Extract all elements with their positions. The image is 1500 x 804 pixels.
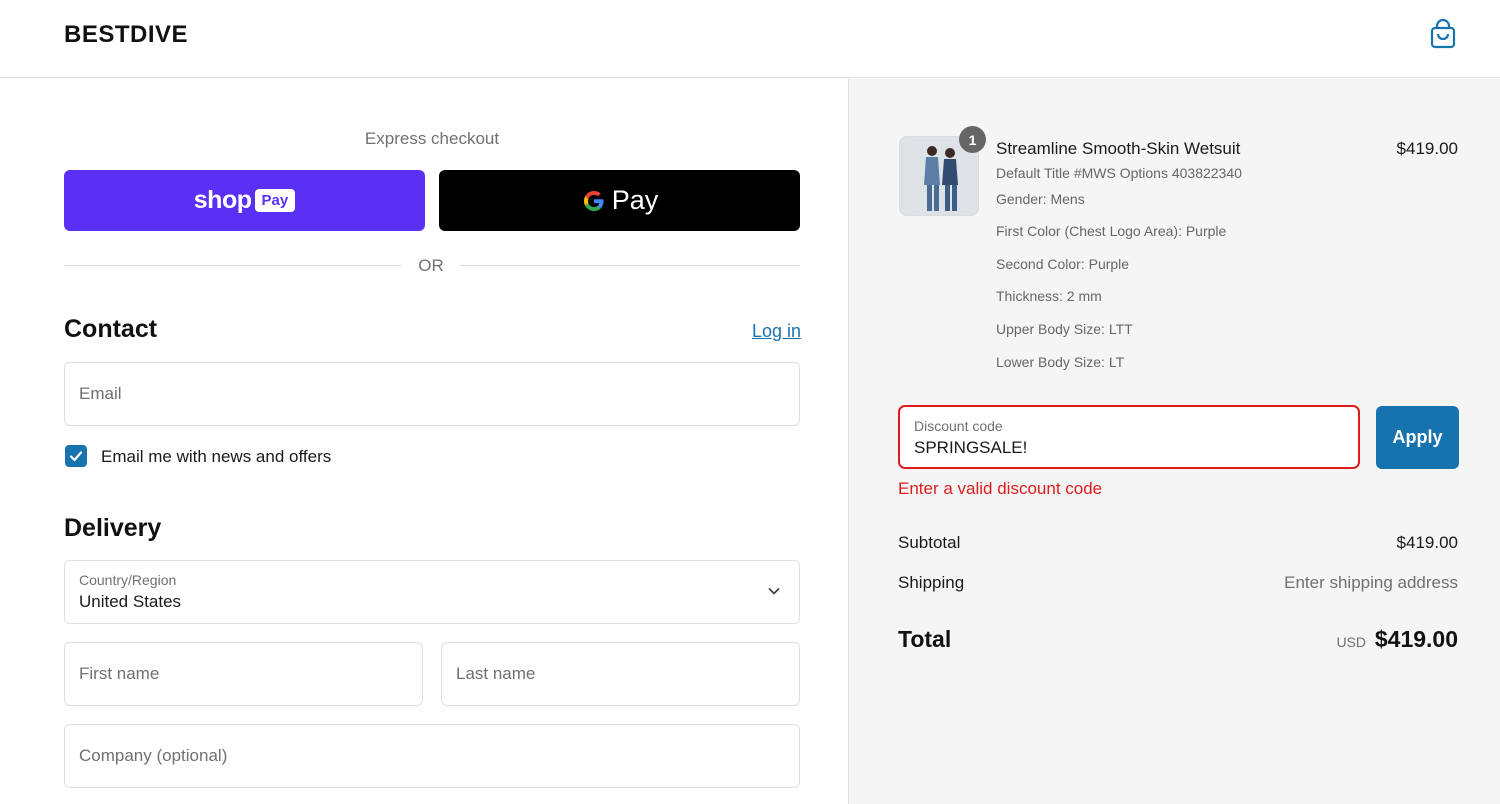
subtotal-label: Subtotal <box>898 533 961 552</box>
product-title: Streamline Smooth-Skin Wetsuit <box>996 139 1241 158</box>
product-option: Upper Body Size: LTT <box>996 321 1133 337</box>
delivery-heading: Delivery <box>64 514 162 542</box>
product-option: Second Color: Purple <box>996 256 1130 272</box>
last-name-field[interactable] <box>442 643 799 705</box>
site-header: BESTDIVE <box>0 0 1500 78</box>
country-select[interactable]: Country/Region United States <box>64 560 800 624</box>
store-logo[interactable]: BESTDIVE <box>64 21 188 49</box>
total-currency: USD <box>1336 634 1366 650</box>
country-select-label: Country/Region <box>79 572 177 588</box>
product-price: $419.00 <box>1396 139 1458 158</box>
product-option: First Color (Chest Logo Area): Purple <box>996 223 1227 239</box>
product-option: Gender: Mens <box>996 191 1085 207</box>
login-link[interactable]: Log in <box>752 321 801 342</box>
first-name-field[interactable] <box>65 643 422 705</box>
express-checkout-label: Express checkout <box>364 129 500 148</box>
last-name-field-wrapper <box>441 642 800 706</box>
country-select-value: United States <box>79 592 182 611</box>
divider-right <box>460 265 800 266</box>
discount-code-field[interactable]: Discount code SPRINGSALE! <box>898 405 1360 469</box>
discount-error-message: Enter a valid discount code <box>898 479 1103 498</box>
checkout-form-column: Express checkout shop Pay Pay OR Contact… <box>0 79 848 804</box>
subtotal-value: $419.00 <box>1396 533 1458 552</box>
order-summary-column: 1 Streamline Smooth-Skin Wetsuit $419.00… <box>848 79 1500 804</box>
product-variant: Default Title #MWS Options 403822340 <box>996 165 1242 181</box>
company-field-wrapper <box>64 724 800 788</box>
shop-pay-badge: Pay <box>254 189 296 212</box>
company-field[interactable] <box>65 725 799 787</box>
checkmark-icon <box>69 451 83 462</box>
newsletter-checkbox-label: Email me with news and offers <box>101 447 332 466</box>
divider-left <box>64 265 402 266</box>
google-pay-button[interactable]: Pay <box>439 170 800 231</box>
contact-heading: Contact <box>64 315 158 343</box>
shipping-value: Enter shipping address <box>1284 573 1458 592</box>
email-field-wrapper <box>64 362 800 426</box>
email-field[interactable] <box>65 363 799 425</box>
discount-code-label: Discount code <box>914 418 1003 434</box>
chevron-down-icon <box>768 588 780 595</box>
total-value: $419.00 <box>1374 626 1458 652</box>
apply-discount-button[interactable]: Apply <box>1376 406 1459 469</box>
shipping-label: Shipping <box>898 573 965 592</box>
product-option: Thickness: 2 mm <box>996 288 1102 304</box>
shop-pay-wordmark: shop <box>193 186 252 214</box>
total-label: Total <box>898 626 952 652</box>
google-pay-label: Pay <box>611 185 659 215</box>
google-g-icon <box>583 190 604 211</box>
shop-pay-button[interactable]: shop Pay <box>64 170 425 231</box>
shopping-bag-icon[interactable] <box>1428 18 1458 50</box>
newsletter-checkbox[interactable] <box>65 445 87 467</box>
quantity-badge: 1 <box>959 126 986 153</box>
product-option: Lower Body Size: LT <box>996 354 1125 370</box>
first-name-field-wrapper <box>64 642 423 706</box>
discount-code-value: SPRINGSALE! <box>914 438 1028 457</box>
or-divider-text: OR <box>418 256 444 275</box>
